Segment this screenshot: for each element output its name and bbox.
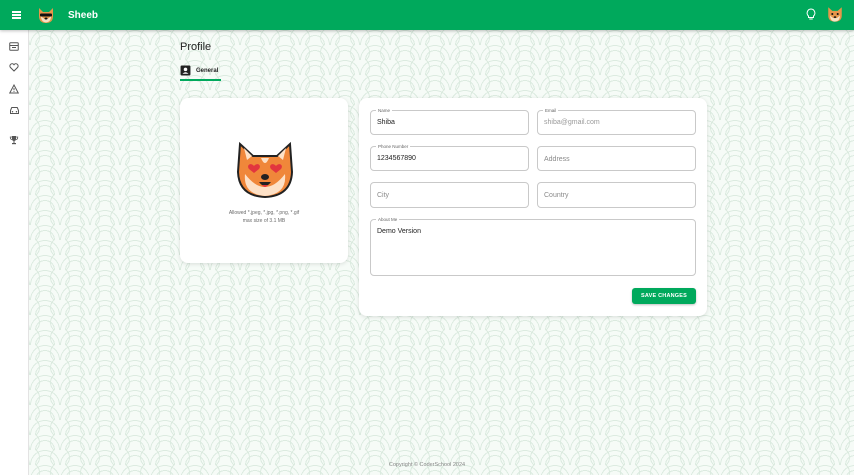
shiba-avatar-icon[interactable] [826, 5, 844, 23]
tab-label: General [196, 67, 219, 74]
app-bar: Sheeb [0, 0, 854, 30]
about-me-field[interactable]: About Me Demo Version [370, 217, 696, 276]
profile-form-card: Name Shiba Email shiba@gmail.com Phone N… [359, 98, 707, 316]
save-changes-button[interactable]: SAVE CHANGES [632, 288, 696, 304]
phone-value: 1234567890 [377, 155, 416, 162]
heart-icon[interactable] [7, 60, 21, 74]
tab-general[interactable]: General [180, 62, 220, 79]
account-box-icon [180, 65, 191, 76]
address-placeholder: Address [544, 156, 570, 163]
name-value: Shiba [377, 119, 395, 126]
app-title: Sheeb [68, 9, 99, 21]
shiba-logo-icon[interactable] [36, 5, 56, 25]
address-field[interactable]: Address [537, 146, 696, 171]
sidebar [0, 30, 29, 475]
tab-indicator [180, 79, 221, 81]
upload-hint-types: Allowed *.jpeg, *.jpg, *.png, *.gif [228, 210, 300, 216]
car-icon[interactable] [7, 103, 21, 117]
phone-field[interactable]: Phone Number 1234567890 [370, 144, 529, 171]
alert-icon[interactable] [7, 82, 21, 96]
city-field[interactable]: City [370, 182, 529, 208]
footer-copyright: Copyright © CoderSchool 2024 [388, 462, 466, 468]
trophy-icon[interactable] [7, 133, 21, 147]
city-placeholder: City [377, 192, 390, 199]
country-field[interactable]: Country [537, 182, 696, 208]
dashboard-icon[interactable] [7, 39, 21, 53]
shiba-heart-eyes-icon[interactable] [235, 140, 295, 200]
upload-hint-size: max size of 3.1 MB [242, 218, 286, 224]
name-field[interactable]: Name Shiba [370, 108, 529, 135]
name-label: Name [376, 108, 393, 113]
menu-icon[interactable] [2, 0, 30, 30]
email-field: Email shiba@gmail.com [537, 108, 696, 135]
lightbulb-icon[interactable] [804, 7, 818, 21]
page-title: Profile [180, 41, 212, 53]
country-placeholder: Country [544, 192, 569, 199]
avatar-card: Allowed *.jpeg, *.jpg, *.png, *.gif max … [180, 98, 348, 263]
email-value: shiba@gmail.com [544, 119, 600, 126]
about-me-label: About Me [376, 217, 400, 222]
phone-label: Phone Number [376, 144, 411, 149]
about-me-value: Demo Version [377, 228, 421, 235]
email-label: Email [543, 108, 559, 113]
